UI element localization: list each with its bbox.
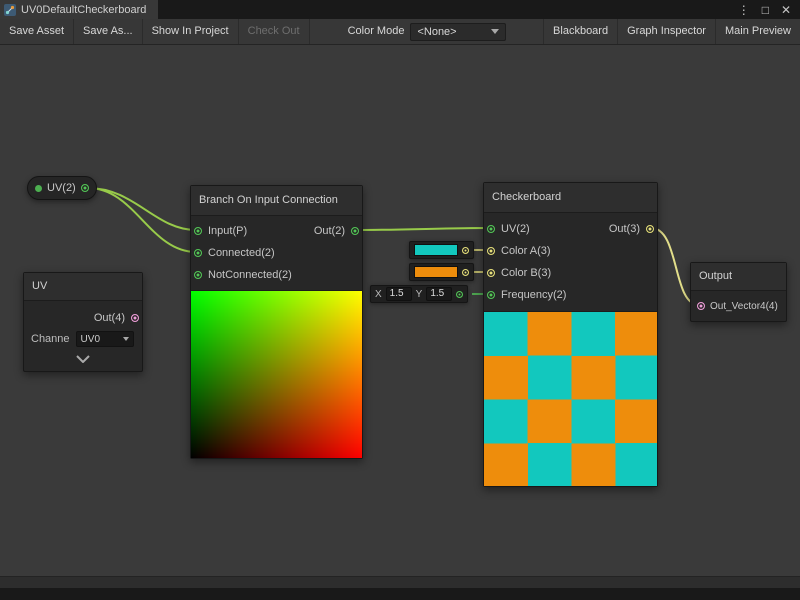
output-port-row: Out_Vector4(4) <box>691 291 786 321</box>
branch-connected-row: Connected(2) <box>191 242 362 264</box>
checker-out-row: Out(3) <box>606 218 657 240</box>
uv-out-row: Out(4) <box>24 307 142 329</box>
checker-out-port[interactable] <box>646 225 654 233</box>
branch-out-row: Out(2) <box>311 220 362 242</box>
frequency-x-label: X <box>375 289 382 300</box>
frequency-input-widget: X 1.5 Y 1.5 <box>370 285 468 303</box>
color-mode-value: <None> <box>417 26 456 38</box>
checker-uv-label: UV(2) <box>501 223 530 235</box>
shader-graph-asset-icon <box>4 4 16 16</box>
uv-channel-label: Channe <box>31 333 70 345</box>
color-a-input-widget <box>409 241 474 259</box>
tab-title: UV0DefaultCheckerboard <box>21 4 146 16</box>
show-in-project-button[interactable]: Show In Project <box>143 19 239 44</box>
main-preview-toggle-button[interactable]: Main Preview <box>715 19 800 44</box>
branch-out-label: Out(2) <box>314 225 345 237</box>
frequency-y-field[interactable]: 1.5 <box>426 287 452 301</box>
titlebar: UV0DefaultCheckerboard ⋮ □ ✕ <box>0 0 800 19</box>
dropdown-caret-icon <box>123 337 129 341</box>
save-asset-button[interactable]: Save Asset <box>0 19 74 44</box>
menu-icon[interactable]: ⋮ <box>738 4 750 16</box>
uv-collapse-row <box>24 349 142 369</box>
output-port-label: Out_Vector4(4) <box>710 301 778 312</box>
checkerboard-node-body: UV(2) Color A(3) Color B(3) Frequency(2)… <box>484 213 657 311</box>
window-controls: ⋮ □ ✕ <box>738 0 800 19</box>
color-mode-label: Color Mode <box>342 19 411 44</box>
color-mode-dropdown[interactable]: <None> <box>410 23 506 41</box>
output-vector4-port[interactable] <box>697 302 705 310</box>
graph-toolbar: Save Asset Save As... Show In Project Ch… <box>0 19 800 45</box>
dropdown-caret-icon <box>491 29 499 34</box>
toolbar-right-group: Blackboard Graph Inspector Main Preview <box>543 19 800 44</box>
uv-node[interactable]: UV Out(4) Channe UV0 <box>23 272 143 372</box>
checker-color-b-label: Color B(3) <box>501 267 551 279</box>
color-a-widget-port[interactable] <box>462 247 469 254</box>
edge-branchout-to-checker-uv[interactable] <box>356 228 490 230</box>
color-b-input-widget <box>409 263 474 281</box>
collapse-chevron-icon[interactable] <box>75 355 91 363</box>
uv-pill-label: UV(2) <box>47 182 76 194</box>
checker-color-b-port[interactable] <box>487 269 495 277</box>
value-dot-icon <box>35 185 42 192</box>
checker-color-a-label: Color A(3) <box>501 245 551 257</box>
uv-channel-value: UV0 <box>81 334 100 345</box>
branch-notconnected-port[interactable] <box>194 271 202 279</box>
close-icon[interactable]: ✕ <box>781 4 791 16</box>
graph-tab[interactable]: UV0DefaultCheckerboard <box>0 0 158 19</box>
uv-channel-dropdown[interactable]: UV0 <box>76 331 134 347</box>
check-out-button: Check Out <box>239 19 310 44</box>
edge-uvpill-to-input[interactable] <box>88 188 196 230</box>
checker-frequency-label: Frequency(2) <box>501 289 566 301</box>
branch-node-body: Input(P) Connected(2) NotConnected(2) Ou… <box>191 216 362 290</box>
branch-out-port[interactable] <box>351 227 359 235</box>
checker-color-b-row: Color B(3) <box>484 262 657 284</box>
branch-connected-label: Connected(2) <box>208 247 275 259</box>
uv-out-port[interactable] <box>131 314 139 322</box>
maximize-icon[interactable]: □ <box>762 4 769 16</box>
bottom-strip <box>0 576 800 588</box>
shader-graph-window: UV0DefaultCheckerboard ⋮ □ ✕ Save Asset … <box>0 0 800 600</box>
branch-notconnected-row: NotConnected(2) <box>191 264 362 286</box>
color-b-widget-port[interactable] <box>462 269 469 276</box>
branch-input-label: Input(P) <box>208 225 247 237</box>
graph-canvas[interactable]: UV(2) Branch On Input Connection Input(P… <box>0 45 800 588</box>
frequency-widget-port[interactable] <box>456 291 463 298</box>
uv-gradient-preview <box>191 290 362 458</box>
checker-color-a-row: Color A(3) <box>484 240 657 262</box>
color-a-swatch[interactable] <box>414 244 458 256</box>
branch-connected-port[interactable] <box>194 249 202 257</box>
uv-pill-output-port[interactable] <box>81 184 89 192</box>
checkerboard-preview <box>484 311 657 486</box>
checker-out-label: Out(3) <box>609 223 640 235</box>
checker-frequency-port[interactable] <box>487 291 495 299</box>
branch-node[interactable]: Branch On Input Connection Input(P) Conn… <box>190 185 363 459</box>
uv-out-label: Out(4) <box>94 312 125 324</box>
branch-input-port[interactable] <box>194 227 202 235</box>
edge-uvpill-to-connected[interactable] <box>88 188 196 252</box>
frequency-y-label: Y <box>416 289 423 300</box>
branch-node-title: Branch On Input Connection <box>191 186 362 216</box>
graph-inspector-toggle-button[interactable]: Graph Inspector <box>617 19 715 44</box>
uv-pill-node[interactable]: UV(2) <box>27 176 97 200</box>
uv-node-body: Out(4) Channe UV0 <box>24 301 142 371</box>
output-node[interactable]: Output Out_Vector4(4) <box>690 262 787 322</box>
checker-uv-port[interactable] <box>487 225 495 233</box>
uv-node-title: UV <box>24 273 142 301</box>
checkerboard-node[interactable]: Checkerboard UV(2) Color A(3) Color B(3)… <box>483 182 658 487</box>
branch-notconnected-label: NotConnected(2) <box>208 269 292 281</box>
blackboard-toggle-button[interactable]: Blackboard <box>543 19 617 44</box>
checkerboard-node-title: Checkerboard <box>484 183 657 213</box>
output-node-title: Output <box>691 263 786 291</box>
uv-channel-row: Channe UV0 <box>24 329 142 349</box>
frequency-x-field[interactable]: 1.5 <box>386 287 412 301</box>
checker-frequency-row: Frequency(2) <box>484 284 657 306</box>
color-b-swatch[interactable] <box>414 266 458 278</box>
checker-color-a-port[interactable] <box>487 247 495 255</box>
save-as-button[interactable]: Save As... <box>74 19 143 44</box>
